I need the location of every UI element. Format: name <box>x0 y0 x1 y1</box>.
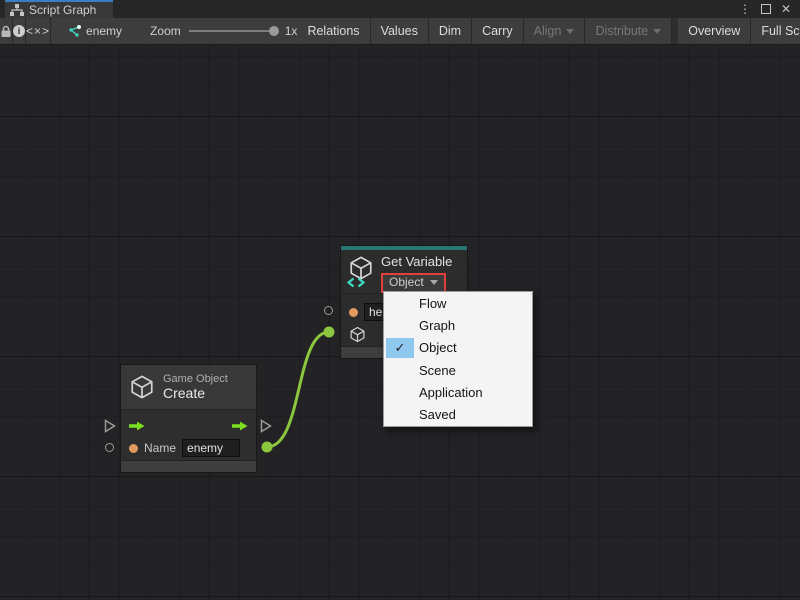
tab-script-graph[interactable]: Script Graph <box>5 0 113 18</box>
flow-input-port[interactable] <box>104 419 116 433</box>
code-brackets-icon: <×> <box>26 24 50 38</box>
graph-context-segment: enemy Zoom 1x <box>51 18 297 44</box>
chevron-down-icon <box>430 280 438 285</box>
value-port-dot[interactable] <box>349 308 358 317</box>
menu-item-flow[interactable]: Flow <box>384 292 532 314</box>
graph-canvas[interactable]: Game Object Create Name <box>0 45 800 600</box>
dim-button[interactable]: Dim <box>429 18 472 44</box>
node-header-text: Game Object Create <box>163 373 228 402</box>
graph-variable-icon <box>67 24 81 38</box>
zoom-label: Zoom <box>150 24 181 38</box>
overview-button[interactable]: Overview <box>678 18 751 44</box>
zoom-slider-handle[interactable] <box>269 26 279 36</box>
info-button[interactable]: i <box>13 18 26 44</box>
connected-input-port[interactable] <box>324 327 335 338</box>
flow-row <box>121 415 256 437</box>
variable-cube-icon <box>348 255 375 288</box>
values-button[interactable]: Values <box>371 18 429 44</box>
node-game-object-create[interactable]: Game Object Create Name <box>120 364 257 473</box>
name-input[interactable] <box>182 439 240 457</box>
connected-output-port[interactable] <box>262 442 273 453</box>
value-port-dot[interactable] <box>129 444 138 453</box>
node-footer <box>121 460 256 472</box>
align-dropdown-button[interactable]: Align <box>524 18 586 44</box>
node-title: Get Variable <box>381 255 452 270</box>
code-preview-toggle[interactable]: <×> <box>26 18 51 44</box>
flow-arrow-out-icon <box>232 421 248 431</box>
zoom-slider[interactable] <box>189 30 275 32</box>
full-screen-button[interactable]: Full Screen <box>751 18 800 44</box>
chevron-down-icon <box>653 29 661 34</box>
value-input-port[interactable] <box>324 306 333 315</box>
name-row: Name <box>121 437 256 459</box>
distribute-dropdown-button[interactable]: Distribute <box>585 18 672 44</box>
variable-scope-dropdown[interactable]: Object <box>381 273 446 293</box>
node-title: Create <box>163 385 228 401</box>
graph-name-label: enemy <box>86 24 122 38</box>
variable-scope-menu: Flow Graph ✓ Object Scene Application Sa… <box>383 291 533 427</box>
value-input-port[interactable] <box>105 443 114 452</box>
lock-button[interactable] <box>0 18 13 44</box>
flow-arrow-in-icon <box>129 421 145 431</box>
menu-item-saved[interactable]: Saved <box>384 404 532 426</box>
graph-toolbar: i <×> enemy Zoom 1x Relations Values Dim… <box>0 18 800 45</box>
tab-title: Script Graph <box>29 3 96 17</box>
close-icon[interactable]: ✕ <box>781 3 791 15</box>
name-port-label: Name <box>144 441 176 455</box>
script-graph-window: Script Graph ⋮ ✕ i <×> <box>0 0 800 600</box>
scope-value: Object <box>389 276 424 290</box>
menu-item-graph[interactable]: Graph <box>384 314 532 336</box>
menu-item-scene[interactable]: Scene <box>384 359 532 381</box>
relations-button[interactable]: Relations <box>297 18 370 44</box>
node-category: Game Object <box>163 373 228 386</box>
node-header[interactable]: Game Object Create <box>121 365 256 410</box>
graph-sitemap-icon <box>10 4 24 16</box>
info-icon: i <box>13 25 25 37</box>
maximize-icon[interactable] <box>761 4 771 14</box>
checkmark-icon: ✓ <box>386 338 414 358</box>
menu-item-application[interactable]: Application <box>384 381 532 403</box>
kebab-menu-icon[interactable]: ⋮ <box>739 3 751 15</box>
node-header-text: Get Variable Object <box>381 255 452 293</box>
code-brackets-teal-icon <box>347 277 365 288</box>
chevron-down-icon <box>566 29 574 34</box>
title-bar: Script Graph ⋮ ✕ <box>0 0 800 18</box>
lock-icon <box>0 25 12 38</box>
menu-item-object[interactable]: ✓ Object <box>384 337 532 359</box>
node-header[interactable]: Get Variable Object <box>341 250 467 294</box>
carry-button[interactable]: Carry <box>472 18 524 44</box>
flow-output-port[interactable] <box>260 419 272 433</box>
fallback-cube-icon[interactable] <box>349 326 366 343</box>
zoom-value: 1x <box>285 24 298 38</box>
window-controls: ⋮ ✕ <box>739 0 800 18</box>
game-object-cube-icon <box>129 374 155 400</box>
